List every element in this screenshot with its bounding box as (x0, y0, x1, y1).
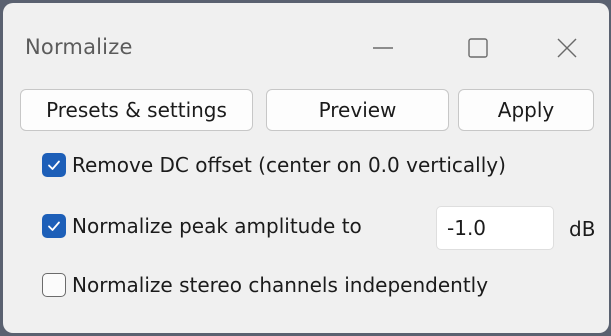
normalize-dialog: Normalize Presets & settings Preview App… (3, 3, 609, 333)
remove-dc-offset-checkbox[interactable] (42, 153, 66, 177)
normalize-peak-label: Normalize peak amplitude to (72, 214, 362, 238)
preview-button[interactable]: Preview (266, 89, 449, 131)
minimize-icon (372, 37, 394, 59)
title-bar[interactable]: Normalize (3, 3, 609, 87)
maximize-button[interactable] (442, 25, 514, 71)
presets-settings-button[interactable]: Presets & settings (20, 89, 253, 131)
peak-amplitude-unit: dB (569, 217, 596, 241)
normalize-peak-option[interactable]: Normalize peak amplitude to (42, 214, 362, 238)
remove-dc-offset-label: Remove DC offset (center on 0.0 vertical… (72, 153, 506, 177)
normalize-peak-checkbox[interactable] (42, 214, 66, 238)
apply-button[interactable]: Apply (458, 89, 594, 131)
remove-dc-offset-option[interactable]: Remove DC offset (center on 0.0 vertical… (42, 153, 506, 177)
stereo-independent-checkbox[interactable] (42, 273, 66, 297)
close-icon (556, 37, 578, 59)
window-title: Normalize (25, 35, 133, 59)
stereo-independent-option[interactable]: Normalize stereo channels independently (42, 273, 488, 297)
maximize-icon (467, 37, 489, 59)
checkmark-icon (48, 221, 60, 231)
checkmark-icon (48, 160, 60, 170)
peak-amplitude-input[interactable] (436, 206, 554, 250)
minimize-button[interactable] (347, 25, 419, 71)
stereo-independent-label: Normalize stereo channels independently (72, 273, 489, 297)
close-button[interactable] (531, 25, 603, 71)
